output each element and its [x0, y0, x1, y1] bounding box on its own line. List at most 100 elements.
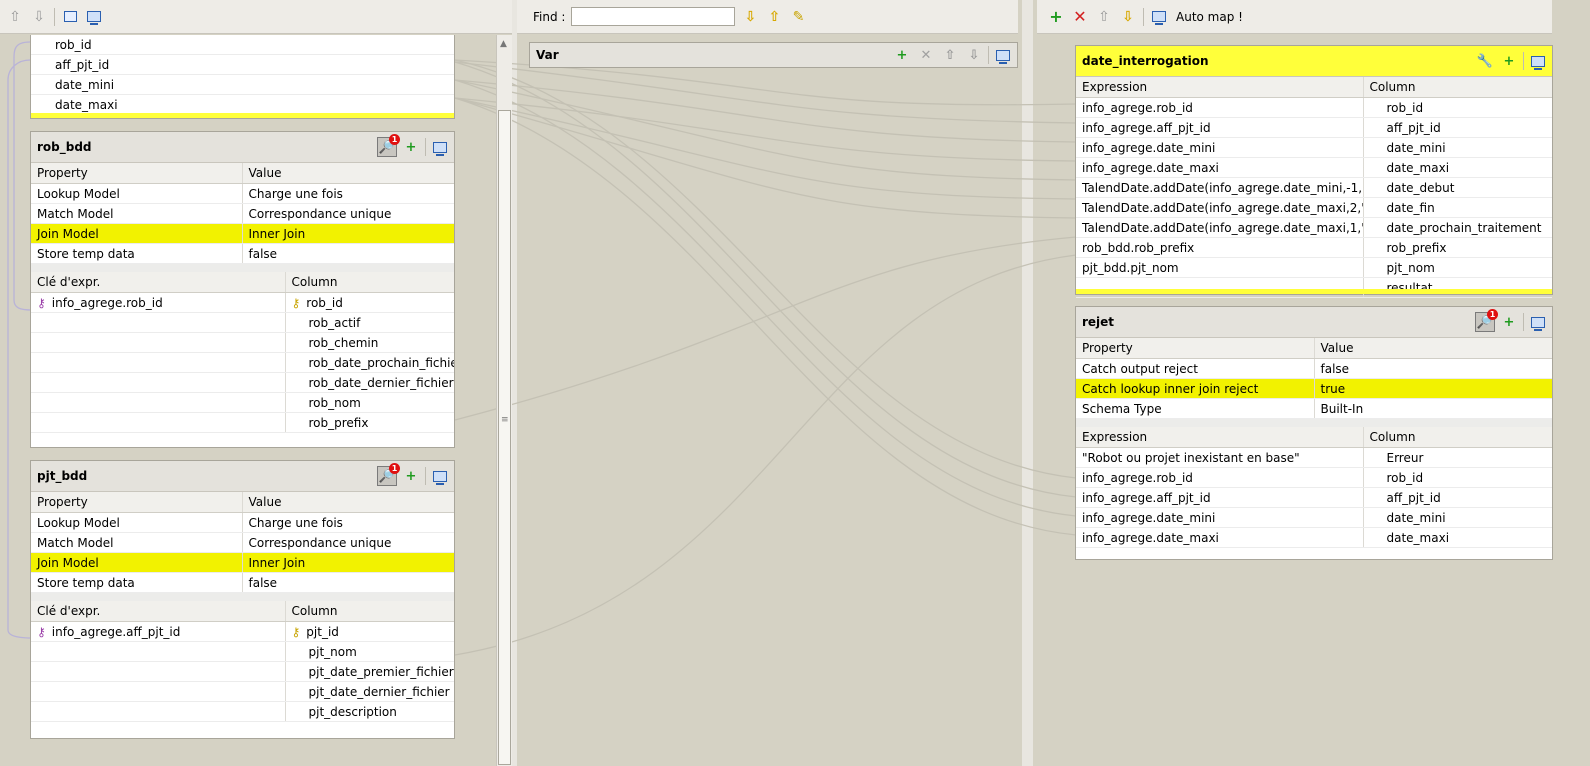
table-row[interactable]: "Robot ou projet inexistant en base" Erre…	[1076, 447, 1552, 468]
input-scrollbar[interactable]: ▲ ≡	[496, 35, 512, 766]
column-cell[interactable]: ⚷ pjt_id	[284, 621, 454, 642]
key-expression-cell[interactable]	[31, 681, 285, 702]
column-name[interactable]: date_maxi	[31, 94, 454, 115]
expression-cell[interactable]: info_agrege.aff_pjt_id	[1076, 117, 1363, 138]
table-row[interactable]: aff_pjt_id	[31, 54, 454, 75]
lookup-settings-icon[interactable]: 🔎 1	[377, 463, 400, 486]
column-cell[interactable]: pjt_description	[284, 701, 454, 722]
expression-cell[interactable]: info_agrege.rob_id	[1076, 467, 1363, 488]
header-column[interactable]: Column	[284, 601, 454, 622]
key-expression-cell[interactable]	[31, 332, 285, 353]
add-filter-icon[interactable]: +	[401, 137, 421, 157]
column-name[interactable]: rob_id	[31, 35, 454, 55]
add-output-icon[interactable]: +	[1047, 8, 1065, 26]
table-row[interactable]: pjt_nom	[31, 641, 454, 662]
move-down-icon[interactable]: ⇩	[30, 8, 48, 26]
property-value[interactable]: Correspondance unique	[241, 203, 454, 224]
property-row[interactable]: Schema Type Built-In	[1076, 398, 1552, 419]
expression-cell[interactable]: TalendDate.addDate(info_agrege.date_maxi…	[1076, 217, 1363, 238]
expression-cell[interactable]: info_agrege.date_mini	[1076, 137, 1363, 158]
expression-cell[interactable]: TalendDate.addDate(info_agrege.date_maxi…	[1076, 197, 1363, 218]
table-row[interactable]: TalendDate.addDate(info_agrege.date_mini…	[1076, 177, 1552, 198]
property-value[interactable]: true	[1313, 378, 1552, 399]
property-row[interactable]: Match Model Correspondance unique	[31, 203, 454, 224]
property-row[interactable]: Lookup Model Charge une fois	[31, 512, 454, 533]
expression-cell[interactable]: TalendDate.addDate(info_agrege.date_mini…	[1076, 177, 1363, 198]
previous-match-icon[interactable]: ⇧	[765, 8, 783, 26]
column-name[interactable]: date_maxi	[1362, 157, 1552, 178]
header-column[interactable]: Column	[1362, 427, 1552, 448]
table-row[interactable]: rob_chemin	[31, 332, 454, 353]
minimize-icon[interactable]	[1528, 312, 1548, 332]
table-row[interactable]: pjt_bdd.pjt_nom pjt_nom	[1076, 257, 1552, 278]
toggle-view-icon[interactable]	[1150, 8, 1168, 26]
property-value[interactable]: Correspondance unique	[241, 532, 454, 553]
column-name[interactable]: date_debut	[1362, 177, 1552, 198]
column-cell[interactable]: rob_date_dernier_fichier	[284, 372, 454, 393]
expression-cell[interactable]: info_agrege.date_maxi	[1076, 157, 1363, 178]
table-row[interactable]: rob_actif	[31, 312, 454, 333]
table-row[interactable]: date_mini	[31, 74, 454, 95]
column-name[interactable]: aff_pjt_id	[1362, 487, 1552, 508]
header-key-expr[interactable]: Clé d'expr.	[31, 272, 285, 293]
key-expression-cell[interactable]	[31, 661, 285, 682]
table-row[interactable]: info_agrege.date_maxi date_maxi	[1076, 157, 1552, 178]
minimize-icon[interactable]	[993, 45, 1013, 65]
column-cell[interactable]: ⚷ rob_id	[284, 292, 454, 313]
key-expression-cell[interactable]	[31, 412, 285, 433]
key-expression-cell[interactable]	[31, 352, 285, 373]
property-row[interactable]: Match Model Correspondance unique	[31, 532, 454, 553]
search-options-icon[interactable]: ✎	[789, 8, 807, 26]
header-value[interactable]: Value	[1313, 338, 1552, 359]
column-cell[interactable]: pjt_date_premier_fichier	[284, 661, 454, 682]
move-down-icon[interactable]: ⇩	[1119, 8, 1137, 26]
property-row[interactable]: Store temp data false	[31, 243, 454, 264]
key-expression-cell[interactable]	[31, 312, 285, 333]
table-row[interactable]: rob_id	[31, 35, 454, 55]
column-name[interactable]: resultat	[1362, 277, 1552, 298]
header-property[interactable]: Property	[31, 492, 242, 513]
lookup-settings-icon[interactable]: 🔎 1	[377, 134, 400, 157]
column-name[interactable]: date_mini	[1362, 507, 1552, 528]
column-cell[interactable]: rob_date_prochain_fichier	[284, 352, 454, 373]
property-row[interactable]: Store temp data false	[31, 572, 454, 593]
column-name[interactable]: Erreur	[1362, 447, 1552, 468]
table-row[interactable]: info_agrege.date_mini date_mini	[1076, 507, 1552, 528]
move-up-icon[interactable]: ⇧	[940, 45, 960, 65]
move-up-icon[interactable]: ⇧	[1095, 8, 1113, 26]
column-cell[interactable]: pjt_nom	[284, 641, 454, 662]
wrench-icon[interactable]: 🔧	[1475, 51, 1495, 71]
key-expression-cell[interactable]	[31, 641, 285, 662]
table-row[interactable]: info_agrege.date_maxi date_maxi	[1076, 527, 1552, 548]
property-row[interactable]: Catch lookup inner join reject true	[1076, 378, 1552, 399]
header-property[interactable]: Property	[1076, 338, 1314, 359]
table-row[interactable]: rob_bdd.rob_prefix rob_prefix	[1076, 237, 1552, 258]
table-row[interactable]: info_agrege.rob_id rob_id	[1076, 97, 1552, 118]
next-match-icon[interactable]: ⇩	[741, 8, 759, 26]
property-value[interactable]: false	[1313, 358, 1552, 379]
column-cell[interactable]: rob_chemin	[284, 332, 454, 353]
key-expression-cell[interactable]	[31, 372, 285, 393]
minimize-all-icon[interactable]	[61, 8, 79, 26]
column-name[interactable]: date_mini	[31, 74, 454, 95]
header-value[interactable]: Value	[241, 163, 454, 184]
expression-cell[interactable]: rob_bdd.rob_prefix	[1076, 237, 1363, 258]
expression-cell[interactable]: info_agrege.date_mini	[1076, 507, 1363, 528]
table-row[interactable]: pjt_date_premier_fichier	[31, 661, 454, 682]
column-cell[interactable]: rob_nom	[284, 392, 454, 413]
column-name[interactable]: aff_pjt_id	[1362, 117, 1552, 138]
expression-cell[interactable]: info_agrege.aff_pjt_id	[1076, 487, 1363, 508]
column-name[interactable]: rob_id	[1362, 467, 1552, 488]
table-row[interactable]: pjt_date_dernier_fichier	[31, 681, 454, 702]
expression-cell[interactable]: "Robot ou projet inexistant en base"	[1076, 447, 1363, 468]
minimize-icon[interactable]	[430, 466, 450, 486]
automap-button[interactable]: Auto map !	[1176, 10, 1243, 24]
header-column[interactable]: Column	[284, 272, 454, 293]
key-expression-cell[interactable]: ⚷ info_agrege.rob_id	[31, 292, 285, 313]
table-row[interactable]: info_agrege.date_mini date_mini	[1076, 137, 1552, 158]
table-row[interactable]: TalendDate.addDate(info_agrege.date_maxi…	[1076, 197, 1552, 218]
table-row[interactable]: rob_date_prochain_fichier	[31, 352, 454, 373]
header-expression[interactable]: Expression	[1076, 427, 1363, 448]
header-column[interactable]: Column	[1362, 77, 1552, 98]
table-row[interactable]: ⚷ info_agrege.aff_pjt_id ⚷ pjt_id	[31, 621, 454, 642]
